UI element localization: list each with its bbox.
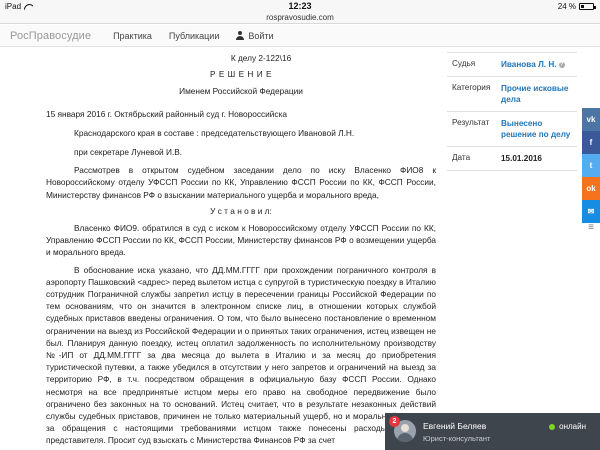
decision-title: Р Е Ш Е Н И Е: [209, 69, 273, 80]
facebook-icon: f: [589, 138, 593, 147]
more-share-icon[interactable]: ≡: [582, 223, 600, 233]
battery-icon: [579, 3, 596, 10]
info-value: 15.01.2016: [501, 154, 542, 163]
secretary-line: при секретаре Луневой И.В.: [74, 147, 183, 158]
online-label: онлайн: [559, 422, 586, 431]
info-label: Дата: [452, 153, 471, 162]
facebook-share-button[interactable]: f: [582, 131, 600, 154]
info-row-result: Результат Вынесено решение по делу: [447, 112, 577, 147]
info-value[interactable]: Прочие исковые дела: [501, 83, 577, 105]
nav-login[interactable]: Войти: [236, 30, 274, 41]
case-number: К делу 2-122\16: [230, 53, 292, 63]
established-heading: У с т а н о в и л:: [210, 205, 272, 216]
info-value[interactable]: Вынесено решение по делу: [501, 118, 577, 140]
info-label: Результат: [452, 118, 490, 127]
twitter-share-button[interactable]: t: [582, 154, 600, 177]
status-bar: iPad 12:23 24 %: [0, 0, 600, 13]
court-line: Краснодарского края в составе : председа…: [74, 127, 355, 138]
consultant-name: Евгений Беляев: [423, 421, 487, 431]
paragraph-intro: Рассмотрев в открытом судебном заседании…: [46, 165, 436, 200]
online-dot-icon: [549, 423, 556, 430]
login-label: Войти: [248, 30, 274, 41]
help-icon[interactable]: ?: [558, 61, 565, 68]
info-row-category: Категория Прочие исковые дела: [447, 77, 577, 112]
info-row-date: Дата 15.01.2016: [447, 147, 577, 171]
status-right: 24 %: [557, 2, 596, 11]
user-icon: [236, 31, 245, 40]
site-header: РосПравосудие Практика Публикации Войти: [0, 25, 600, 47]
social-share-bar: vk f t ok ✉ ≡: [582, 108, 600, 233]
nav-practice[interactable]: Практика: [113, 31, 152, 41]
paragraph-grounds: В обоснование иска указано, что ДД.ММ.ГГ…: [46, 264, 436, 446]
nav-publications[interactable]: Публикации: [169, 31, 219, 41]
clock: 12:23: [288, 1, 312, 11]
email-icon: ✉: [587, 207, 595, 216]
online-status: онлайн: [549, 422, 586, 431]
site-logo[interactable]: РосПравосудие: [10, 30, 91, 42]
info-label: Судья: [452, 59, 476, 68]
paragraph-claim: Власенко ФИО9. обратился в суд с иском к…: [46, 223, 436, 258]
url-text[interactable]: rospravosudie.com: [266, 13, 334, 22]
email-share-button[interactable]: ✉: [582, 200, 600, 223]
vk-share-button[interactable]: vk: [582, 108, 600, 131]
odnoklassniki-icon: ok: [586, 184, 596, 193]
address-bar[interactable]: rospravosudie.com: [0, 13, 600, 24]
info-label: Категория: [452, 83, 491, 92]
consultant-role: Юрист-консультант: [423, 434, 491, 443]
decision-subtitle: Именем Российской Федерации: [179, 86, 303, 97]
case-info-table: Судья Иванова Л. Н.? Категория Прочие ис…: [447, 52, 577, 171]
battery-percent: 24 %: [557, 2, 576, 11]
unread-badge: 2: [389, 416, 400, 427]
consultant-chat-widget[interactable]: 2 Евгений Беляев Юрист-консультант онлай…: [385, 413, 600, 450]
vk-icon: vk: [586, 115, 596, 124]
twitter-icon: t: [589, 161, 593, 170]
info-row-judge: Судья Иванова Л. Н.?: [447, 53, 577, 77]
judge-link[interactable]: Иванова Л. Н.: [501, 60, 557, 69]
court-decision: К делу 2-122\16 Р Е Ш Е Н И Е Именем Рос…: [46, 52, 436, 447]
odnoklassniki-share-button[interactable]: ok: [582, 177, 600, 200]
battery-level: [581, 5, 584, 8]
info-value[interactable]: Иванова Л. Н.?: [501, 59, 565, 70]
date-line: 15 января 2016 г. Октябрьский районный с…: [46, 108, 287, 119]
